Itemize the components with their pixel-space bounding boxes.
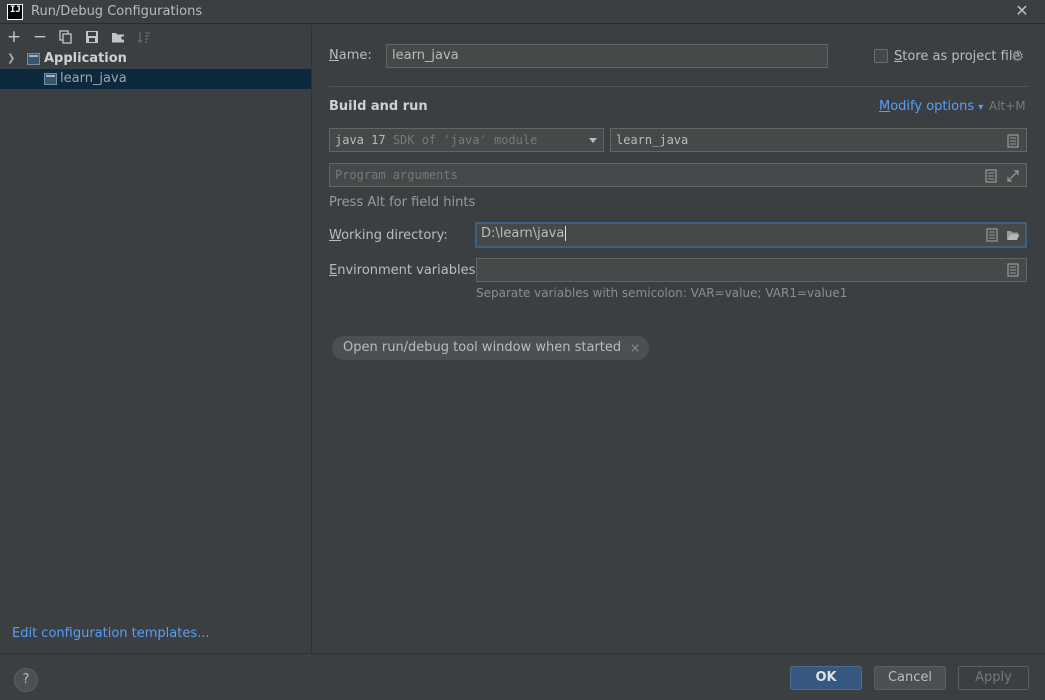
store-as-project-file-label[interactable]: Store as project file	[894, 49, 1020, 64]
edit-configuration-templates-link[interactable]: Edit configuration templates...	[12, 626, 210, 641]
main-class-value: learn_java	[616, 133, 689, 147]
expand-document-icon[interactable]	[984, 168, 998, 183]
close-icon[interactable]: ✕	[1013, 2, 1031, 20]
title-bar: IJ Run/Debug Configurations ✕	[0, 0, 1045, 24]
gear-icon[interactable]: ⚙	[1011, 48, 1027, 64]
new-folder-icon[interactable]	[109, 28, 127, 46]
main-class-input[interactable]: learn_java	[610, 128, 1027, 152]
remove-option-icon[interactable]: ×	[630, 336, 640, 360]
intellij-logo-icon: IJ	[7, 4, 23, 20]
environment-variables-label: Environment variables:	[329, 263, 480, 278]
dialog-button-bar: ? OK Cancel Apply	[0, 653, 1045, 700]
dropdown-arrow-icon	[589, 138, 597, 143]
tree-group-application[interactable]: ❯ Application	[0, 49, 311, 69]
name-input[interactable]: learn_java	[386, 44, 828, 68]
copy-configuration-icon[interactable]	[57, 28, 75, 46]
tree-group-label: Application	[44, 51, 127, 66]
jdk-select[interactable]: java 17 SDK of 'java' module	[329, 128, 604, 152]
alt-field-hint: Press Alt for field hints	[329, 195, 476, 210]
configuration-tree-panel: + − ❯ Application learn_java Edit config…	[0, 25, 312, 653]
ok-button[interactable]: OK	[790, 666, 862, 690]
window-title: Run/Debug Configurations	[31, 4, 203, 19]
insert-macro-icon[interactable]	[985, 228, 999, 242]
add-configuration-icon[interactable]: +	[5, 28, 23, 46]
working-directory-label: Working directory:	[329, 228, 448, 243]
edit-environment-icon[interactable]	[1006, 263, 1020, 277]
working-directory-value: D:\learn\java	[481, 226, 565, 241]
store-as-project-file-checkbox[interactable]	[874, 49, 888, 63]
remove-configuration-icon[interactable]: −	[31, 28, 49, 46]
program-arguments-placeholder: Program arguments	[335, 168, 458, 182]
jdk-main-label: java 17	[335, 133, 386, 147]
sort-configurations-icon[interactable]	[135, 28, 153, 46]
chip-label: Open run/debug tool window when started	[343, 340, 622, 355]
program-arguments-input[interactable]: Program arguments	[329, 163, 1027, 187]
working-directory-input[interactable]: D:\learn\java	[475, 222, 1027, 248]
open-tool-window-option-chip[interactable]: Open run/debug tool window when started …	[332, 336, 650, 360]
cancel-button[interactable]: Cancel	[874, 666, 946, 690]
application-icon	[27, 53, 40, 65]
chevron-down-icon[interactable]: ❯	[7, 49, 15, 69]
apply-button[interactable]: Apply	[958, 666, 1029, 690]
modify-options-link[interactable]: Modify options ▾	[879, 99, 983, 114]
divider	[329, 86, 1029, 87]
tree-toolbar: + −	[0, 25, 311, 49]
modify-options-shortcut: Alt+M	[989, 99, 1026, 113]
configuration-form: Name: learn_java Store as project file ⚙…	[313, 25, 1045, 653]
environment-variables-hint: Separate variables with semicolon: VAR=v…	[476, 286, 848, 300]
section-title-build-and-run: Build and run	[329, 99, 428, 114]
configuration-tree: ❯ Application learn_java	[0, 49, 311, 89]
expand-arrows-icon[interactable]	[1006, 168, 1020, 182]
help-button[interactable]: ?	[14, 668, 38, 692]
environment-variables-input[interactable]	[476, 258, 1027, 282]
folder-open-icon[interactable]	[1006, 228, 1020, 242]
browse-document-icon[interactable]	[1006, 133, 1020, 148]
tree-item-label: learn_java	[60, 71, 127, 86]
application-config-icon	[44, 73, 57, 85]
name-label: Name:	[329, 48, 372, 63]
jdk-detail-label: SDK of 'java' module	[392, 133, 538, 147]
tree-item-learn-java[interactable]: learn_java	[0, 69, 311, 89]
chevron-down-icon: ▾	[978, 102, 984, 113]
save-configuration-icon[interactable]	[83, 28, 101, 46]
